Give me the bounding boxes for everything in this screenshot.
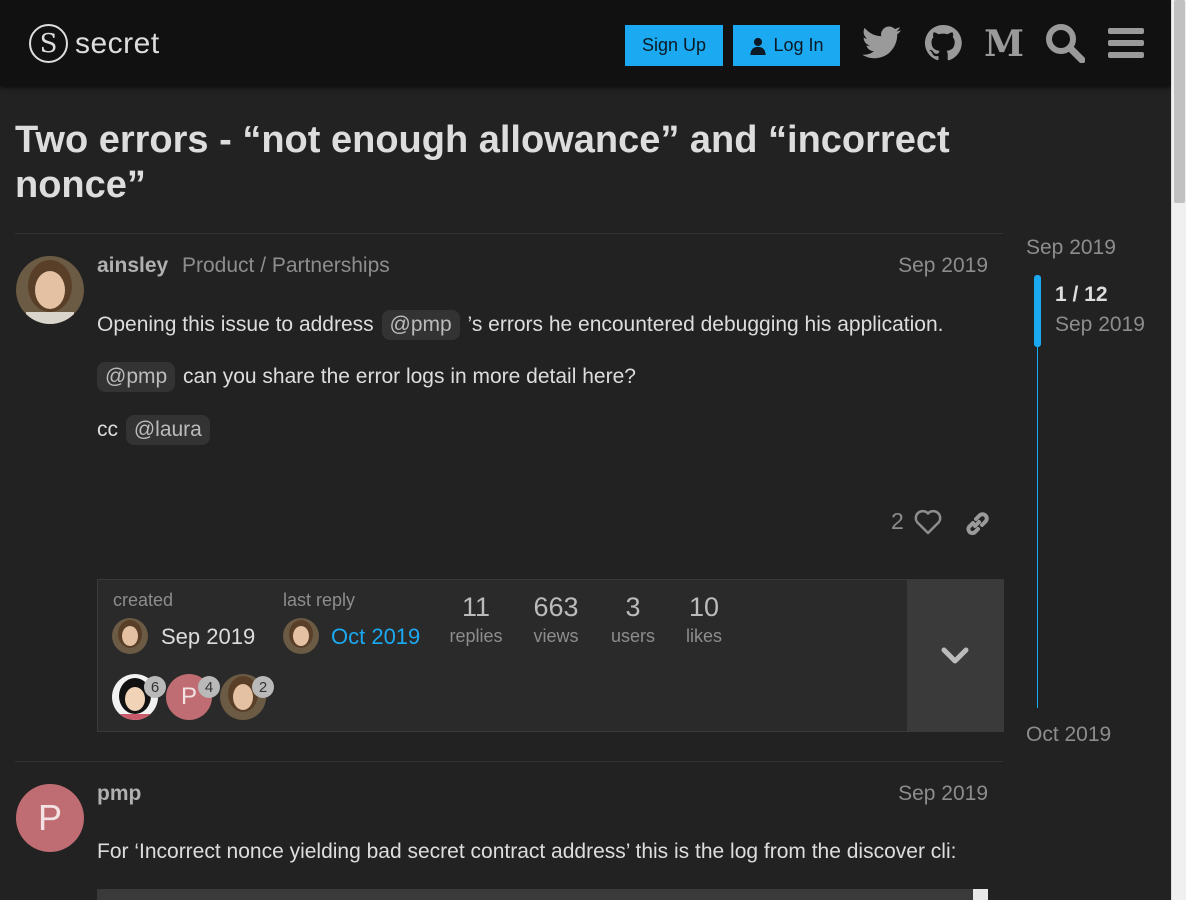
chevron-down-icon [941,647,969,663]
post-username[interactable]: pmp [97,782,141,806]
title-divider [15,233,1003,234]
paragraph-text: ’s errors he encountered debugging his a… [467,313,944,336]
twitter-icon[interactable] [861,22,903,64]
share-link-icon[interactable] [963,510,991,543]
topic-title[interactable]: Two errors - “not enough allowance” and … [15,118,1005,208]
timeline-position: 1 / 12 [1055,283,1108,306]
mention-link[interactable]: @pmp [381,310,460,340]
likes-label: likes [685,626,722,646]
timeline-scroll-handle[interactable] [1034,275,1041,347]
sign-up-label: Sign Up [641,35,707,55]
post-username[interactable]: ainsley [97,254,168,278]
post-divider [15,761,1003,762]
sign-up-button[interactable]: Sign Up [625,25,723,66]
participant-post-count: 4 [198,676,220,698]
user-icon [750,37,767,55]
avatar-pmp[interactable]: P [16,784,84,852]
topic-map: created Sep 2019 last reply Oct 2019 11 … [97,579,1004,732]
replies-count: 11 [461,592,491,622]
timeline-start-date[interactable]: Sep 2019 [1026,236,1116,260]
paragraph-text: Opening this issue to address [97,313,374,336]
post-paragraph-2: @pmp can you share the error logs in mor… [95,362,636,392]
creator-avatar[interactable] [112,618,148,654]
views-count: 663 [533,592,579,622]
user-title: Product / Partnerships [182,254,390,277]
paragraph-text: can you share the error logs in more det… [183,365,636,388]
post-paragraph-1: Opening this issue to address @pmp ’s er… [97,310,943,340]
site-header: S secret Sign Up Log In M [0,0,1171,86]
avatar-letter: P [37,797,62,838]
log-in-button[interactable]: Log In [733,25,840,66]
participant-post-count: 6 [144,676,166,698]
participant-post-count: 2 [252,676,274,698]
paragraph-text: cc [97,418,118,441]
code-scrollbar[interactable] [973,889,988,900]
like-button[interactable]: 2 [891,508,942,535]
last-reply-date[interactable]: Oct 2019 [331,624,420,650]
page-scrollbar[interactable] [1171,0,1186,900]
likes-count: 10 [688,592,720,622]
secret-logo-icon: S [29,24,68,63]
timeline-end-date[interactable]: Oct 2019 [1026,723,1111,747]
created-label: created [113,590,174,610]
replies-label: replies [449,626,503,646]
svg-text:M: M [984,26,1024,60]
heart-icon [914,509,942,534]
github-icon[interactable] [922,22,964,64]
avatar-ainsley[interactable] [16,256,84,324]
site-logo[interactable]: S secret [29,24,160,63]
like-count: 2 [891,508,904,534]
avatar-letter: P [180,683,197,710]
created-date: Sep 2019 [161,624,256,649]
post-paragraph-3: cc @laura [97,415,212,445]
post-paragraph: For ‘Incorrect nonce yielding bad secret… [97,840,957,863]
medium-icon[interactable]: M [983,22,1025,64]
hamburger-menu-icon[interactable] [1105,22,1147,64]
last-reply-avatar[interactable] [283,618,319,654]
last-reply-label: last reply [283,590,356,610]
scrollbar-thumb[interactable] [1174,0,1185,203]
mention-link[interactable]: @laura [125,415,210,445]
post-date[interactable]: Sep 2019 [898,254,988,278]
search-icon[interactable] [1044,22,1086,64]
users-count: 3 [625,592,641,622]
code-block [97,889,988,900]
logo-text: secret [75,26,160,60]
views-label: views [533,626,579,646]
post-date[interactable]: Sep 2019 [898,782,988,806]
expand-topic-map-button[interactable] [907,580,1003,731]
log-in-label: Log In [773,35,824,55]
avatar-portrait-icon [16,256,84,324]
users-label: users [610,626,655,646]
timeline-position-date: Sep 2019 [1055,313,1145,336]
mention-link[interactable]: @pmp [97,362,176,392]
